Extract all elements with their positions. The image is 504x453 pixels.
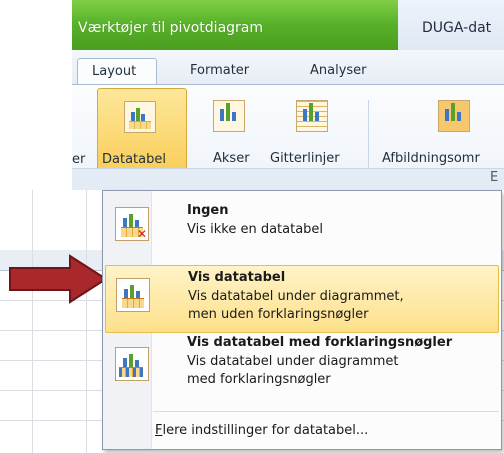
tab-layout[interactable]: Layout	[77, 58, 157, 85]
axes-icon	[213, 100, 245, 132]
menu-item-desc: Vis datatabel under diagrammet	[187, 354, 399, 369]
more-options-text: lere indstillinger for datatabel...	[162, 423, 369, 438]
datatable-icon	[124, 101, 156, 133]
tab-formater-label: Formater	[190, 63, 250, 78]
gridlines-icon	[296, 100, 328, 132]
menu-item-desc: Vis ikke en datatabel	[187, 222, 324, 237]
tab-layout-label: Layout	[92, 64, 137, 79]
grid-col-line	[32, 190, 33, 453]
plot-area-icon	[438, 100, 470, 132]
document-title: DUGA-dat	[422, 20, 492, 36]
menu-item-title: Vis datatabel	[188, 270, 286, 285]
datatabel-label: Datatabel	[102, 152, 166, 167]
context-tool-title: Værktøjer til pivotdiagram	[78, 20, 264, 36]
grid-col-line	[86, 190, 87, 453]
datatable-legend-icon	[115, 347, 149, 381]
menu-item-desc: men uden forklaringsnøgler	[188, 307, 369, 322]
menu-item-desc: Vis datatabel under diagrammet,	[188, 289, 404, 304]
menu-item-ingen[interactable]: ✕ Ingen Vis ikke en datatabel	[105, 197, 497, 253]
partial-button-label: er	[72, 152, 86, 167]
menu-item-vis-datatabel-med-noegler[interactable]: Vis datatabel med forklaringsnøgler Vis …	[105, 333, 497, 399]
group-label-partial: E	[490, 170, 499, 185]
tab-analyser[interactable]: Analyser	[298, 58, 388, 84]
no-datatable-icon: ✕	[115, 207, 149, 241]
menu-item-vis-datatabel[interactable]: Vis datatabel Vis datatabel under diagra…	[105, 265, 499, 333]
ribbon-group-strip	[72, 168, 504, 191]
menu-item-desc: med forklaringsnøgler	[187, 372, 331, 387]
document-title-bar: DUGA-dat	[398, 0, 504, 50]
more-options-label[interactable]: Flere indstillinger for datatabel...	[155, 423, 368, 438]
menu-item-title: Ingen	[187, 203, 229, 218]
datatable-dropdown-menu: ✕ Ingen Vis ikke en datatabel Vis datata…	[102, 190, 502, 450]
akser-label: Akser	[213, 151, 250, 166]
datatable-icon	[116, 278, 150, 312]
tab-formater[interactable]: Formater	[176, 58, 266, 84]
gitterlinjer-label: Gitterlinjer	[270, 151, 340, 166]
afbildningsomraade-label: Afbildningsomr	[382, 151, 480, 166]
arrow-right-icon	[9, 254, 108, 304]
tab-analyser-label: Analyser	[310, 63, 367, 78]
menu-separator	[153, 411, 499, 412]
menu-item-title: Vis datatabel med forklaringsnøgler	[187, 335, 453, 350]
